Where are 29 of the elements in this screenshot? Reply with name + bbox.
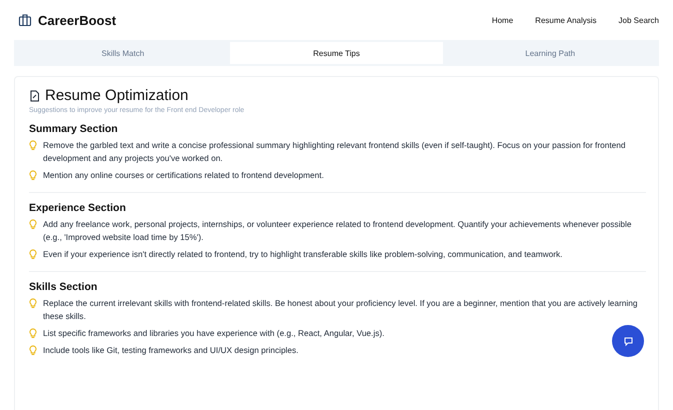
tip-text: Even if your experience isn't directly related to frontend, try to highlight transferable skills like problem-solving, communication, and teamwork. — [43, 248, 562, 261]
tip-text: List specific frameworks and libraries you have experience with (e.g., React, Angular, Vue.js). — [43, 327, 384, 340]
tip-text: Mention any online courses or certifications related to frontend development. — [43, 169, 324, 182]
tip-text: Remove the garbled text and write a concise professional summary highlighting relevant frontend skills (even if self-taught). Focus on your passion for frontend development and any projects you've worked on. — [43, 139, 626, 165]
nav-link[interactable]: Job Search — [618, 16, 659, 24]
section-heading: Summary Section — [29, 123, 119, 135]
lightbulb-icon — [29, 140, 37, 151]
lightbulb-icon — [29, 170, 37, 181]
section-heading: Experience Section — [29, 202, 127, 214]
tip-text: Add any freelance work, personal projects, internships, or volunteer experience related to frontend development. Quantify your achievements whenever possible (e.g., 'Improved website load time by 15%'). — [43, 218, 632, 244]
tab[interactable]: Learning Path — [443, 42, 658, 64]
brand-name: CareerBoost — [38, 12, 116, 28]
lightbulb-icon — [29, 249, 37, 260]
lightbulb-icon — [29, 219, 37, 230]
tab[interactable]: Skills Match — [16, 42, 230, 64]
section-heading: Skills Section — [29, 281, 98, 293]
document-icon — [29, 90, 40, 102]
lightbulb-icon — [29, 328, 37, 339]
nav-link[interactable]: Home — [492, 16, 514, 24]
tip-text: Include tools like Git, testing frameworks and UI/UX design principles. — [43, 344, 298, 357]
lightbulb-icon — [29, 345, 37, 356]
nav-link[interactable]: Resume Analysis — [535, 16, 597, 24]
tip-text: Replace the current irrelevant skills with frontend-related skills. Be honest about your proficiency level. If you are a beginner, mention that you are actively learning these skills. — [43, 297, 638, 323]
card-title: Resume Optimization — [45, 87, 188, 104]
chat-button[interactable] — [612, 325, 644, 357]
briefcase-icon — [18, 13, 32, 27]
chat-icon — [622, 336, 634, 346]
tab[interactable]: Resume Tips — [230, 42, 444, 64]
lightbulb-icon — [29, 298, 37, 309]
